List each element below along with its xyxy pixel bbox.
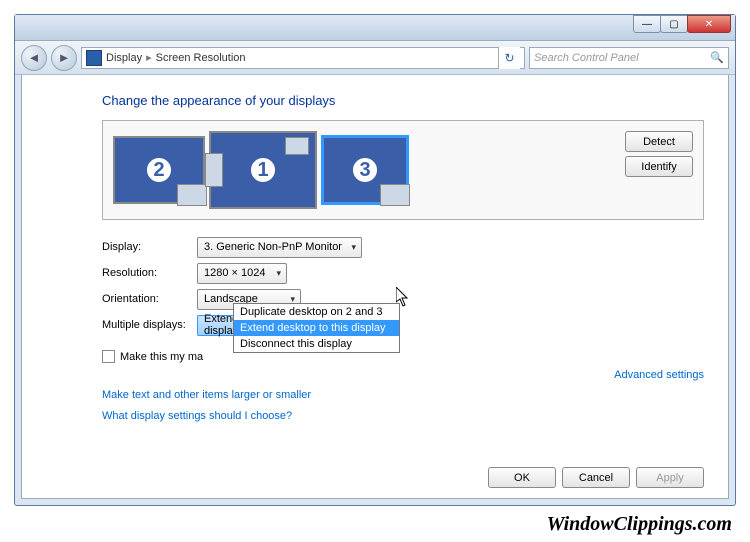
identify-button[interactable]: Identify bbox=[625, 156, 693, 177]
resolution-select[interactable]: 1280 × 1024 bbox=[197, 263, 287, 284]
monitor-1[interactable]: 1 bbox=[209, 131, 317, 209]
minimize-button[interactable]: — bbox=[633, 15, 661, 33]
multiple-displays-label: Multiple displays: bbox=[102, 319, 197, 331]
window-thumbnail-icon bbox=[177, 184, 207, 206]
title-bar: — ▢ ✕ bbox=[15, 15, 735, 41]
dropdown-option-extend[interactable]: Extend desktop to this display bbox=[234, 320, 399, 336]
content-area: Change the appearance of your displays 2… bbox=[21, 75, 729, 499]
page-title: Change the appearance of your displays bbox=[102, 93, 704, 108]
make-main-checkbox[interactable] bbox=[102, 350, 115, 363]
window: — ▢ ✕ ◄ ► Display ▸ Screen Resolution ↻ … bbox=[14, 14, 736, 506]
refresh-button[interactable]: ↻ bbox=[498, 47, 520, 69]
ok-button[interactable]: OK bbox=[488, 467, 556, 488]
detect-button[interactable]: Detect bbox=[625, 131, 693, 152]
display-select[interactable]: 3. Generic Non-PnP Monitor bbox=[197, 237, 362, 258]
nav-bar: ◄ ► Display ▸ Screen Resolution ↻ Search… bbox=[15, 41, 735, 75]
search-input[interactable]: Search Control Panel 🔍 bbox=[529, 47, 729, 69]
apply-button[interactable]: Apply bbox=[636, 467, 704, 488]
cancel-button[interactable]: Cancel bbox=[562, 467, 630, 488]
address-bar[interactable]: Display ▸ Screen Resolution ↻ bbox=[81, 47, 525, 69]
close-button[interactable]: ✕ bbox=[687, 15, 731, 33]
help-link[interactable]: What display settings should I choose? bbox=[102, 406, 704, 427]
control-panel-icon bbox=[86, 50, 102, 66]
cursor-icon bbox=[396, 287, 410, 307]
advanced-settings-link[interactable]: Advanced settings bbox=[614, 369, 704, 381]
monitor-number: 2 bbox=[144, 155, 174, 185]
maximize-button[interactable]: ▢ bbox=[660, 15, 688, 33]
orientation-label: Orientation: bbox=[102, 293, 197, 305]
dropdown-option-duplicate[interactable]: Duplicate desktop on 2 and 3 bbox=[234, 304, 399, 320]
monitor-3[interactable]: 3 bbox=[321, 135, 409, 205]
window-thumbnail-icon bbox=[285, 137, 309, 155]
monitor-number: 3 bbox=[350, 155, 380, 185]
watermark: WindowClippings.com bbox=[547, 513, 732, 536]
breadcrumb-screen-resolution[interactable]: Screen Resolution bbox=[156, 52, 246, 64]
breadcrumb-display[interactable]: Display bbox=[106, 52, 142, 64]
resolution-label: Resolution: bbox=[102, 267, 197, 279]
forward-button[interactable]: ► bbox=[51, 45, 77, 71]
monitor-2[interactable]: 2 bbox=[113, 136, 205, 204]
text-size-link[interactable]: Make text and other items larger or smal… bbox=[102, 385, 704, 406]
dropdown-option-disconnect[interactable]: Disconnect this display bbox=[234, 336, 399, 352]
display-arrangement[interactable]: 2 1 3 Detect Identify bbox=[102, 120, 704, 220]
search-placeholder: Search Control Panel bbox=[534, 52, 639, 64]
search-icon: 🔍 bbox=[710, 51, 724, 64]
window-thumbnail-icon bbox=[380, 184, 410, 206]
chevron-right-icon: ▸ bbox=[146, 51, 152, 64]
window-thumbnail-icon bbox=[205, 153, 223, 187]
monitor-number: 1 bbox=[248, 155, 278, 185]
display-label: Display: bbox=[102, 241, 197, 253]
back-button[interactable]: ◄ bbox=[21, 45, 47, 71]
multiple-displays-dropdown: Duplicate desktop on 2 and 3 Extend desk… bbox=[233, 303, 400, 353]
make-main-label: Make this my ma bbox=[120, 351, 203, 363]
